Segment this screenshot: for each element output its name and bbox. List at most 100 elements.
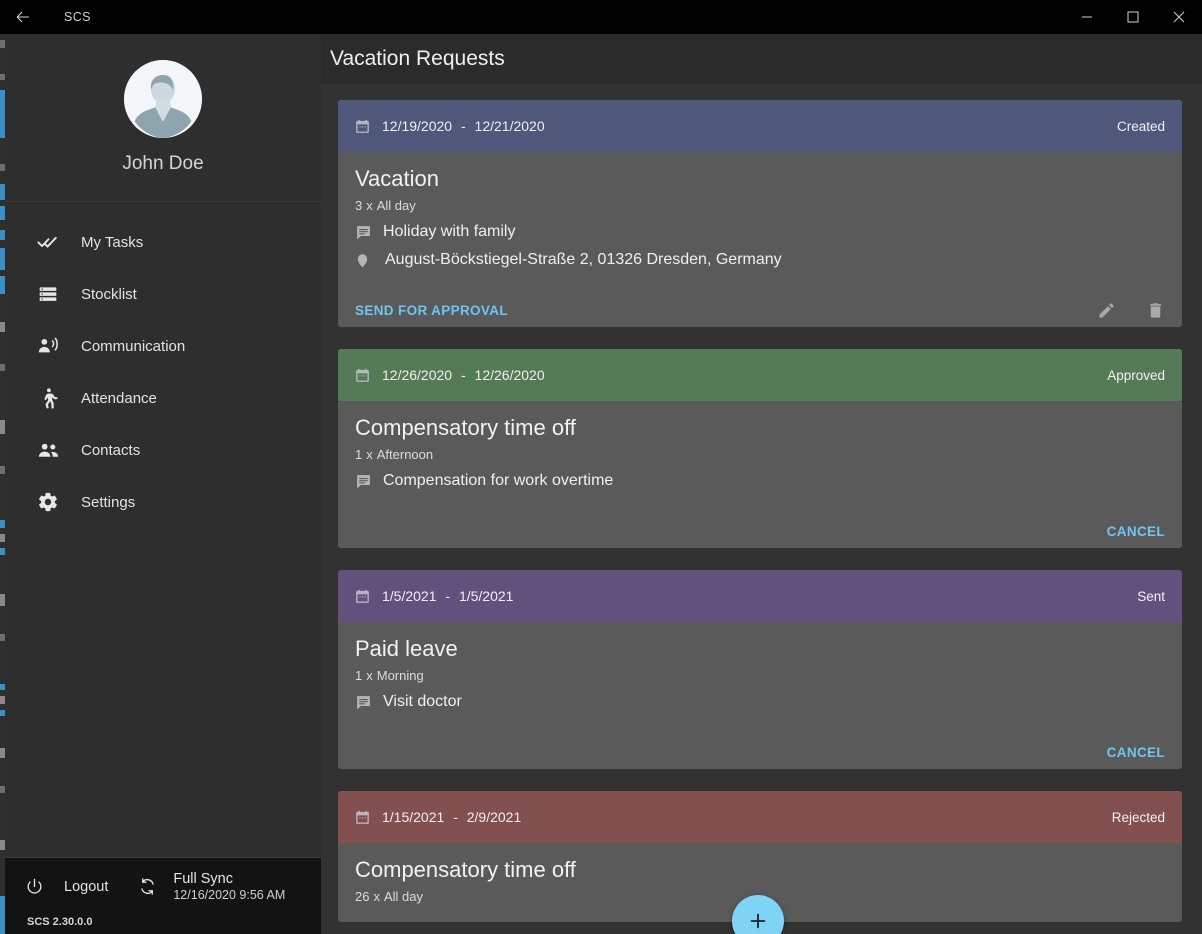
count-x: x [373, 889, 380, 904]
sidebar: John Doe My Tasks Stocklist Communicatio… [5, 34, 321, 934]
comment-icon [355, 694, 377, 711]
date-start: 1/5/2021 [382, 588, 437, 604]
comment-icon [355, 473, 377, 490]
date-end: 12/21/2020 [474, 118, 545, 134]
card-date-range: 12/19/2020 - 12/21/2020 [382, 118, 545, 134]
count-period: Morning [376, 668, 424, 683]
sync-icon [138, 877, 157, 896]
cancel-button[interactable]: CANCEL [1107, 745, 1165, 760]
card-title: Compensatory time off [355, 857, 576, 882]
gear-icon [31, 491, 65, 513]
window-title: SCS [64, 10, 91, 24]
card-body: Paid leave 1 x Morning Visit doctor [338, 622, 1182, 729]
list-icon [31, 284, 65, 304]
minimize-button[interactable] [1064, 0, 1110, 34]
date-end: 12/26/2020 [474, 367, 545, 383]
date-separator: - [460, 367, 466, 383]
main-content: Vacation Requests 12/19/2020 - 12/21/202 [321, 34, 1202, 934]
card-date-range: 1/15/2021 - 2/9/2021 [382, 809, 521, 825]
logout-label: Logout [64, 878, 109, 895]
sidebar-item-label: Settings [81, 493, 136, 511]
sidebar-item-label: Attendance [81, 389, 157, 407]
sync-text-group: Full Sync 12/16/2020 9:56 AM [173, 870, 285, 904]
close-button[interactable] [1156, 0, 1202, 34]
card-count-line: 1 x Afternoon [355, 447, 1165, 462]
sidebar-item-settings[interactable]: Settings [5, 476, 321, 528]
calendar-icon [354, 588, 371, 605]
announcement-icon [31, 335, 65, 357]
count-x: x [366, 198, 373, 213]
trash-icon[interactable] [1146, 301, 1165, 320]
sync-date: 12/16/2020 9:56 AM [173, 888, 286, 903]
sidebar-item-label: Communication [81, 337, 186, 355]
card-title: Vacation [355, 166, 439, 191]
count-period: All day [383, 889, 423, 904]
calendar-icon [354, 367, 371, 384]
date-separator: - [460, 118, 466, 134]
card-note-row: Compensation for work overtime [355, 468, 1165, 494]
card-actions: CANCEL [338, 729, 1182, 769]
status-badge: Rejected [1111, 809, 1165, 825]
vacation-request-list[interactable]: 12/19/2020 - 12/21/2020 Created Vacation… [321, 84, 1202, 934]
sidebar-item-attendance[interactable]: Attendance [5, 372, 321, 424]
sidebar-item-my-tasks[interactable]: My Tasks [5, 216, 321, 268]
card-date-range: 12/26/2020 - 12/26/2020 [382, 367, 545, 383]
date-end: 2/9/2021 [466, 809, 522, 825]
count-period: All day [376, 198, 416, 213]
count-x: x [366, 668, 373, 683]
sidebar-item-communication[interactable]: Communication [5, 320, 321, 372]
maximize-button[interactable] [1110, 0, 1156, 34]
vacation-request-card[interactable]: 1/5/2021 - 1/5/2021 Sent Paid leave 1 x Mo… [338, 570, 1182, 769]
card-note: Holiday with family [383, 223, 516, 240]
sidebar-item-label: Stocklist [81, 285, 137, 303]
card-body: Vacation 3xAll day Holiday with family [338, 152, 1182, 287]
card-header: 1/5/2021 - 1/5/2021 Sent [338, 570, 1182, 622]
card-count-line: 3 x All day [355, 198, 1165, 213]
status-badge: Approved [1107, 367, 1165, 383]
card-count-line: 1 x Morning [355, 668, 1165, 683]
card-note: Visit doctor [383, 693, 462, 710]
date-start: 1/15/2021 [382, 809, 445, 825]
card-location: August-Böckstiegel-Straße 2, 01326 Dresd… [385, 251, 782, 268]
full-sync-button[interactable]: Full Sync 12/16/2020 9:56 AM [138, 870, 285, 904]
card-body: Compensatory time off 1 x Afternoon Compen… [338, 401, 1182, 508]
comment-icon [355, 224, 377, 241]
card-title: Compensatory time off [355, 415, 576, 440]
sidebar-item-stocklist[interactable]: Stocklist [5, 268, 321, 320]
count-value: 1 [355, 668, 363, 683]
app-version: SCS 2.30.0.0 [27, 915, 93, 928]
count-x: x [366, 447, 373, 462]
cancel-button[interactable]: CANCEL [1107, 524, 1165, 539]
page-title: Vacation Requests [330, 47, 505, 70]
card-header: 1/15/2021 - 2/9/2021 Rejected [338, 791, 1182, 843]
count-value: 3 [355, 198, 363, 213]
card-note-row: Holiday with family [355, 219, 1165, 245]
card-note-row: Visit doctor [355, 689, 1165, 715]
pencil-icon[interactable] [1097, 301, 1116, 320]
count-period: Afternoon [376, 447, 434, 462]
card-title: Paid leave [355, 636, 458, 661]
sidebar-nav: My Tasks Stocklist Communication Attenda… [5, 202, 321, 528]
people-icon [31, 439, 65, 462]
date-start: 12/19/2020 [382, 118, 453, 134]
send-for-approval-button[interactable]: SEND FOR APPROVAL [355, 303, 508, 318]
vacation-request-card[interactable]: 12/19/2020 - 12/21/2020 Created Vacation… [338, 100, 1182, 327]
count-value: 1 [355, 447, 363, 462]
avatar [124, 60, 202, 138]
location-pin-icon [355, 252, 377, 269]
status-badge: Sent [1137, 588, 1165, 604]
walking-person-icon [31, 387, 65, 409]
vacation-request-card[interactable]: 12/26/2020 - 12/26/2020 Approved Compens… [338, 349, 1182, 548]
title-bar: SCS [0, 0, 1202, 34]
sidebar-item-contacts[interactable]: Contacts [5, 424, 321, 476]
date-separator: - [453, 809, 458, 825]
logout-button[interactable]: Logout [25, 877, 108, 896]
card-header: 12/19/2020 - 12/21/2020 Created [338, 100, 1182, 152]
back-arrow-icon[interactable] [0, 0, 46, 34]
count-value: 26 [355, 889, 370, 904]
page-header: Vacation Requests [321, 34, 1202, 84]
status-badge: Created [1116, 118, 1165, 134]
calendar-icon [354, 118, 371, 135]
card-actions: CANCEL [338, 508, 1182, 548]
